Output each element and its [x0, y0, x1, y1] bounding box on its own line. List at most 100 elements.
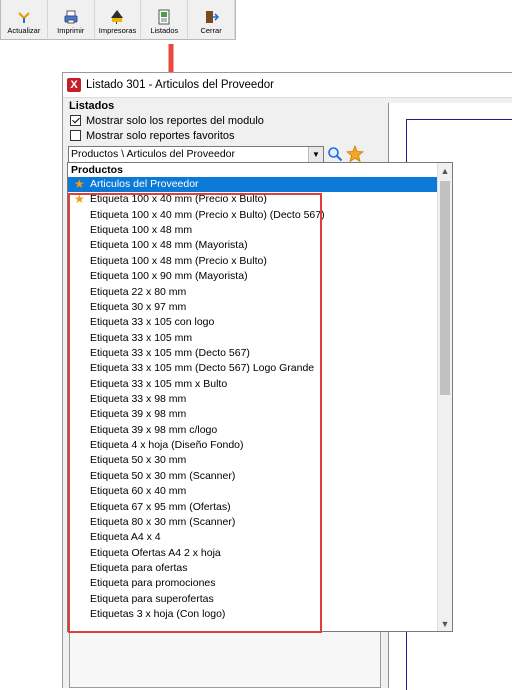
report-selector-row: Productos \ Articulos del Proveedor ▼ — [68, 145, 385, 163]
dropdown-item-label: Etiqueta 33 x 105 con logo — [90, 316, 215, 329]
dropdown-item-label: Etiqueta para superofertas — [90, 592, 214, 605]
dropdown-item-label: Etiqueta Ofertas A4 2 x hoja — [90, 546, 221, 559]
dropdown-item-label: Etiqueta 30 x 97 mm — [90, 300, 187, 313]
dropdown-item[interactable]: Etiqueta 67 x 95 mm (Ofertas) — [68, 500, 452, 515]
dropdown-item[interactable]: Etiqueta 100 x 48 mm (Mayorista) — [68, 238, 452, 253]
dropdown-item[interactable]: Etiqueta 30 x 97 mm — [68, 300, 452, 315]
listados-heading: Listados — [69, 100, 115, 112]
dropdown-item[interactable]: Etiqueta 50 x 30 mm (Scanner) — [68, 469, 452, 484]
dropdown-item-label: Etiqueta 100 x 48 mm (Precio x Bulto) — [90, 254, 267, 267]
close-door-icon — [206, 11, 220, 23]
dropdown-item-label: Etiqueta 100 x 40 mm (Precio x Bulto) (D… — [90, 208, 325, 221]
dropdown-item[interactable]: Etiqueta Ofertas A4 2 x hoja — [68, 546, 452, 561]
favorite-reports-label: Mostrar solo reportes favoritos — [86, 129, 235, 142]
close-label: Cerrar — [200, 26, 222, 35]
dropdown-items: ★ Articulos del Proveedor ★ Etiqueta 100 x … — [68, 177, 452, 622]
search-button[interactable] — [326, 145, 344, 163]
dropdown-item[interactable]: Etiqueta 22 x 80 mm — [68, 285, 452, 300]
refresh-icon — [18, 12, 30, 23]
dropdown-item[interactable]: Etiqueta 39 x 98 mm — [68, 407, 452, 422]
dropdown-item-label: Etiqueta 100 x 90 mm (Mayorista) — [90, 270, 248, 283]
dropdown-item-label: Etiqueta A4 x 4 — [90, 531, 161, 544]
dropdown-item-label: Etiqueta 100 x 48 mm — [90, 224, 193, 237]
dropdown-item[interactable]: Etiqueta 33 x 105 mm — [68, 331, 452, 346]
favorite-button[interactable] — [346, 145, 364, 163]
printers-icon — [111, 10, 124, 24]
scroll-up-icon[interactable]: ▲ — [438, 163, 452, 178]
dropdown-scrollbar[interactable]: ▲ ▼ — [437, 163, 452, 631]
dropdown-item[interactable]: Etiqueta 33 x 105 mm x Bulto — [68, 377, 452, 392]
dropdown-item[interactable]: Etiquetas 3 x hoja (Con logo) — [68, 607, 452, 622]
favorite-reports-option[interactable]: Mostrar solo reportes favoritos — [70, 128, 385, 143]
dropdown-item-label: Etiqueta 67 x 95 mm (Ofertas) — [90, 500, 231, 513]
dropdown-item[interactable]: Etiqueta 100 x 48 mm (Precio x Bulto) — [68, 254, 452, 269]
dropdown-item-label: Etiqueta 50 x 30 mm — [90, 454, 187, 467]
dropdown-item[interactable]: Etiqueta para ofertas — [68, 561, 452, 576]
dropdown-item[interactable]: Etiqueta 33 x 105 mm (Decto 567) Logo Gr… — [68, 361, 452, 376]
dropdown-item[interactable]: Etiqueta 33 x 98 mm — [68, 392, 452, 407]
dropdown-item[interactable]: Etiqueta 60 x 40 mm — [68, 484, 452, 499]
dropdown-item-label: Etiqueta 22 x 80 mm — [90, 285, 187, 298]
refresh-button[interactable]: Actualizar — [1, 0, 48, 38]
listados-button[interactable]: Listados — [141, 0, 189, 38]
module-reports-option[interactable]: Mostrar solo los reportes del modulo — [70, 113, 385, 128]
close-button[interactable]: Cerrar — [188, 0, 235, 38]
dropdown-item-label: Etiquetas 3 x hoja (Con logo) — [90, 608, 226, 621]
dropdown-item[interactable]: Etiqueta para superofertas — [68, 592, 452, 607]
dropdown-item-label: Etiqueta 39 x 98 mm c/logo — [90, 423, 218, 436]
printers-button[interactable]: Impresoras — [95, 0, 142, 38]
dropdown-item-label: Etiqueta 39 x 98 mm — [90, 408, 187, 421]
dropdown-item-label: Etiqueta 100 x 40 mm (Precio x Bulto) — [90, 193, 267, 206]
refresh-label: Actualizar — [7, 26, 41, 35]
top-toolbar: Actualizar Imprimir Impresoras Listados … — [0, 0, 236, 40]
dropdown-item[interactable]: ★ Articulos del Proveedor — [68, 177, 452, 193]
dropdown-item[interactable]: ★ Etiqueta 100 x 40 mm (Precio x Bulto) — [68, 192, 452, 207]
dropdown-item-label: Etiqueta 100 x 48 mm (Mayorista) — [90, 239, 248, 252]
star-icon — [346, 145, 364, 163]
dropdown-item-label: Etiqueta 50 x 30 mm (Scanner) — [90, 469, 236, 482]
print-button[interactable]: Imprimir — [48, 0, 95, 38]
dropdown-item[interactable]: Etiqueta 39 x 98 mm c/logo — [68, 423, 452, 438]
dropdown-item-label: Articulos del Proveedor — [90, 178, 199, 190]
dropdown-item[interactable]: Etiqueta 100 x 90 mm (Mayorista) — [68, 269, 452, 284]
dropdown-item[interactable]: Etiqueta para promociones — [68, 576, 452, 591]
dropdown-item[interactable]: Etiqueta 50 x 30 mm — [68, 453, 452, 468]
list-icon — [158, 9, 170, 25]
dropdown-item[interactable]: Etiqueta 33 x 105 con logo — [68, 315, 452, 330]
favorite-star-icon: ★ — [74, 177, 85, 191]
dropdown-item[interactable]: Etiqueta 4 x hoja (Diseño Fondo) — [68, 438, 452, 453]
chevron-down-icon[interactable]: ▼ — [308, 146, 323, 162]
module-reports-checkbox[interactable] — [70, 115, 81, 126]
dropdown-item-label: Etiqueta 33 x 105 mm (Decto 567) Logo Gr… — [90, 362, 315, 375]
app-logo-icon: X — [67, 78, 81, 92]
dropdown-item[interactable]: Etiqueta 33 x 105 mm (Decto 567) — [68, 346, 452, 361]
scrollbar-thumb[interactable] — [440, 181, 450, 395]
search-icon — [328, 147, 343, 162]
dropdown-item[interactable]: Etiqueta 100 x 40 mm (Precio x Bulto) (D… — [68, 208, 452, 223]
printer-icon — [64, 10, 78, 24]
listados-label: Listados — [150, 26, 179, 35]
dropdown-item-label: Etiqueta 33 x 105 mm x Bulto — [90, 377, 228, 390]
lower-panel — [69, 632, 381, 688]
window-title: Listado 301 - Articulos del Proveedor — [86, 79, 274, 91]
window-titlebar: X Listado 301 - Articulos del Proveedor — [63, 73, 512, 98]
dropdown-item-label: Etiqueta 80 x 30 mm (Scanner) — [90, 515, 236, 528]
dropdown-item[interactable]: Etiqueta 100 x 48 mm — [68, 223, 452, 238]
dropdown-item-label: Etiqueta para promociones — [90, 577, 216, 590]
scroll-down-icon[interactable]: ▼ — [438, 616, 452, 631]
report-dropdown-list[interactable]: Productos ★ Articulos del Proveedor ★ Etiqu… — [67, 162, 453, 632]
dropdown-item[interactable]: Etiqueta 80 x 30 mm (Scanner) — [68, 515, 452, 530]
dropdown-group-header: Productos — [71, 164, 123, 176]
favorite-reports-checkbox[interactable] — [70, 130, 81, 141]
report-combo-value: Productos \ Articulos del Proveedor — [71, 148, 236, 160]
dropdown-item-label: Etiqueta 4 x hoja (Diseño Fondo) — [90, 439, 244, 452]
dropdown-item-label: Etiqueta 60 x 40 mm — [90, 485, 187, 498]
printers-label: Impresoras — [98, 26, 137, 35]
report-combo[interactable]: Productos \ Articulos del Proveedor ▼ — [68, 145, 324, 163]
dropdown-item[interactable]: Etiqueta A4 x 4 — [68, 530, 452, 545]
dropdown-item-label: Etiqueta 33 x 98 mm — [90, 393, 187, 406]
favorite-star-icon: ★ — [74, 192, 85, 207]
dropdown-item-label: Etiqueta para ofertas — [90, 561, 188, 574]
print-label: Imprimir — [57, 26, 85, 35]
dropdown-item-label: Etiqueta 33 x 105 mm — [90, 331, 193, 344]
